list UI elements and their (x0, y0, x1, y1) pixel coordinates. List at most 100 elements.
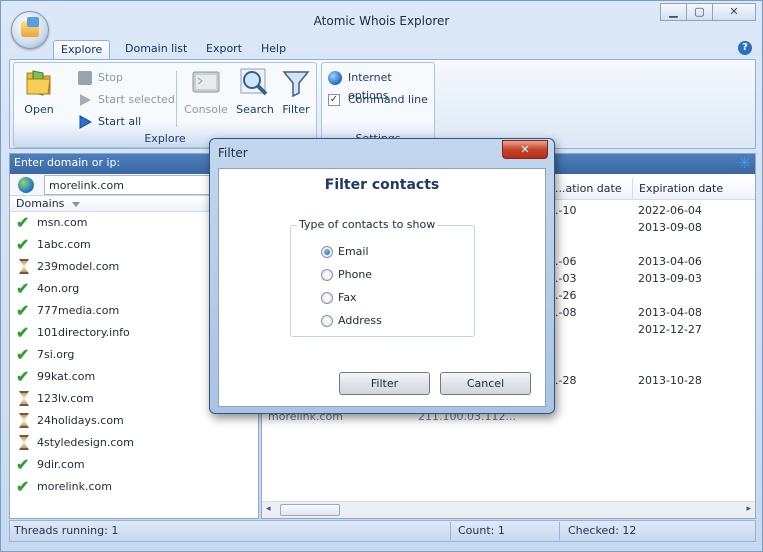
radio-phone[interactable]: Phone (321, 267, 372, 283)
contact-type-group: Type of contacts to show Email Phone Fax… (290, 218, 475, 337)
check-icon: ✔ (16, 235, 30, 254)
contact-type-legend: Type of contacts to show (297, 218, 438, 231)
open-button[interactable]: Open (19, 67, 59, 116)
stop-icon (78, 71, 92, 85)
threads-status: Threads running: 1 (14, 524, 119, 537)
console-label: Console (184, 103, 228, 116)
expiration-date-cell: 2013-09-08 (638, 221, 702, 234)
radio-selected-icon (321, 246, 333, 258)
domain-name: msn.com (37, 216, 88, 229)
help-icon[interactable]: ? (738, 41, 752, 55)
start-all-label: Start all (98, 115, 142, 128)
domain-list-item[interactable]: ✔ morelink.com (10, 476, 258, 498)
checkbox-checked-icon: ✓ (328, 94, 340, 106)
open-folder-icon (23, 67, 55, 99)
globe-icon (328, 71, 342, 85)
search-button[interactable]: Search (233, 67, 277, 116)
status-separator (559, 522, 560, 540)
count-status: Count: 1 (458, 524, 505, 537)
command-line-checkbox[interactable]: ✓ Command line (328, 91, 428, 109)
radio-phone-label: Phone (338, 268, 373, 281)
horizontal-scrollbar[interactable]: ◂ ▸ (262, 501, 755, 518)
domain-name: 7si.org (37, 348, 75, 361)
maximize-button[interactable]: ▢ (686, 3, 713, 21)
explore-group: Open Stop Start selected Start all Conso… (13, 62, 317, 148)
open-label: Open (24, 103, 54, 116)
internet-options-button[interactable]: Internet options (328, 69, 434, 102)
expiration-date-cell: 2013-04-06 (638, 255, 702, 268)
expiration-date-column[interactable]: Expiration date (632, 178, 755, 200)
filter-funnel-icon (280, 67, 312, 99)
ribbon-tabs: Explore Domain list Export Help ? (9, 37, 756, 59)
domain-list-item[interactable]: 4styledesign.com (10, 432, 258, 454)
creation-date-column[interactable]: ...ation date (548, 178, 636, 200)
check-icon: ✔ (16, 213, 30, 232)
radio-unselected-icon (321, 269, 333, 281)
expiration-date-cell: 2022-06-04 (638, 204, 702, 217)
check-icon: ✔ (16, 367, 30, 386)
dialog-close-button[interactable]: ✕ (502, 140, 548, 159)
filter-dialog: Filter ✕ Filter contacts Type of contact… (209, 138, 555, 414)
close-button[interactable]: ✕ (712, 3, 756, 21)
hourglass-icon (19, 413, 29, 428)
window-title: Atomic Whois Explorer (313, 14, 450, 28)
domain-name: 99kat.com (37, 370, 96, 383)
dialog-body: Filter contacts Type of contacts to show… (218, 168, 546, 407)
settings-group: Internet options ✓ Command line Settings (321, 62, 435, 148)
scroll-left-icon[interactable]: ◂ (266, 504, 271, 514)
filter-label: Filter (282, 103, 310, 116)
radio-address-label: Address (338, 314, 382, 327)
hourglass-icon (19, 259, 29, 274)
app-logo-accent-icon (27, 17, 39, 27)
search-icon (239, 67, 271, 99)
domain-name: 1abc.com (37, 238, 91, 251)
console-button[interactable]: Console (184, 67, 228, 116)
app-menu-button[interactable] (11, 11, 49, 49)
radio-address[interactable]: Address (321, 313, 382, 329)
radio-unselected-icon (321, 315, 333, 327)
start-all-button[interactable]: Start all (78, 113, 141, 131)
scroll-right-icon[interactable]: ▸ (746, 504, 751, 514)
domain-list-item[interactable]: ✔ 9dir.com (10, 454, 258, 476)
tab-help[interactable]: Help (254, 40, 293, 59)
title-bar: Atomic Whois Explorer ▁ ▢ ✕ (1, 1, 762, 49)
stop-button[interactable]: Stop (78, 69, 123, 87)
radio-fax[interactable]: Fax (321, 290, 357, 306)
expiration-date-cell: 2013-10-28 (638, 374, 702, 387)
tab-export[interactable]: Export (199, 40, 249, 59)
domain-name: morelink.com (37, 480, 112, 493)
scroll-thumb[interactable] (280, 504, 340, 516)
domain-name: 239model.com (37, 260, 120, 273)
ribbon-separator (176, 71, 177, 127)
radio-fax-label: Fax (338, 291, 357, 304)
search-label: Search (236, 103, 274, 116)
cancel-button[interactable]: Cancel (440, 372, 531, 395)
check-icon: ✔ (16, 279, 30, 298)
domains-column-label: Domains (16, 197, 65, 210)
expiration-date-cell: 2013-04-08 (638, 306, 702, 319)
status-bar: Threads running: 1 Count: 1 Checked: 12 (9, 520, 756, 542)
domain-name: 123lv.com (37, 392, 94, 405)
filter-button[interactable]: Filter (276, 67, 316, 116)
play-icon (78, 93, 92, 107)
radio-email[interactable]: Email (321, 244, 369, 260)
start-selected-button[interactable]: Start selected (78, 91, 175, 109)
globe-icon (18, 177, 34, 193)
domain-name: 24holidays.com (37, 414, 124, 427)
command-line-label: Command line (348, 93, 428, 106)
domain-name: 4styledesign.com (37, 436, 134, 449)
dialog-heading: Filter contacts (324, 177, 440, 193)
expiration-date-cell: 2013-09-03 (638, 272, 702, 285)
checked-status: Checked: 12 (568, 524, 637, 537)
check-icon: ✔ (16, 455, 30, 474)
sort-arrow-icon (72, 201, 81, 207)
tab-domain-list[interactable]: Domain list (118, 40, 194, 59)
play-all-icon (78, 115, 93, 129)
refresh-star-icon[interactable]: ✳ (738, 156, 751, 171)
check-icon: ✔ (16, 323, 30, 342)
filter-apply-button[interactable]: Filter (339, 372, 430, 395)
tab-explore[interactable]: Explore (53, 40, 111, 59)
console-icon (190, 67, 222, 99)
minimize-button[interactable]: ▁ (660, 3, 687, 21)
check-icon: ✔ (16, 477, 30, 496)
